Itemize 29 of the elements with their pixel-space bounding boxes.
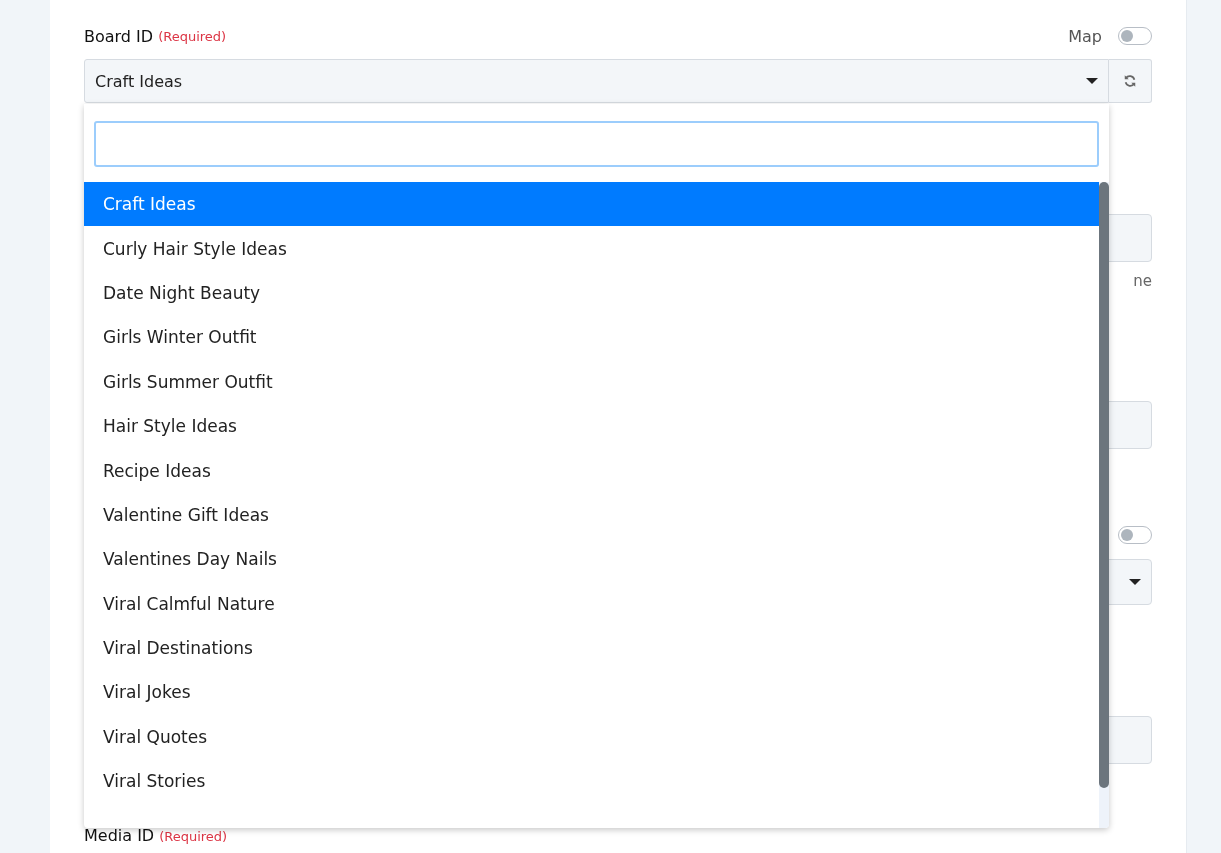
dropdown-option[interactable]: Craft Ideas [84, 182, 1099, 227]
field-label: Media ID [84, 826, 155, 846]
field-label: Board ID [84, 26, 154, 46]
caret-icon [1129, 579, 1141, 585]
help-text: ne [1133, 272, 1152, 290]
dropdown-option[interactable]: Viral Destinations [84, 625, 1099, 671]
map-toggle[interactable] [1118, 27, 1152, 45]
dropdown-option[interactable]: Viral Stories [84, 759, 1099, 804]
dropdown-option[interactable]: Curly Hair Style Ideas [84, 226, 1099, 271]
dropdown-option[interactable]: Viral Calmful Nature [84, 581, 1099, 626]
search-field[interactable] [94, 121, 1099, 167]
required-note: (Required) [159, 828, 228, 846]
scrollbar[interactable] [1099, 182, 1109, 788]
dropdown-option[interactable]: Valentine Gift Ideas [84, 492, 1099, 538]
dropdown-option[interactable]: Girls Winter Outfit [84, 315, 1099, 360]
required-note: (Required) [158, 28, 227, 44]
caret-icon [1086, 78, 1098, 84]
dropdown-option[interactable]: Girls Summer Outfit [84, 359, 1099, 404]
dropdown-option[interactable]: Date Night Beauty [84, 270, 1099, 316]
map-label: Map [1068, 26, 1102, 46]
toggle-switch[interactable] [1118, 526, 1152, 544]
dropdown-option[interactable]: Recipe Ideas [84, 448, 1099, 493]
refresh-icon [1123, 74, 1137, 88]
refresh-button[interactable] [1109, 59, 1152, 103]
dropdown-option[interactable]: Hair Style Ideas [84, 403, 1099, 449]
dropdown-option[interactable]: Valentines Day Nails [84, 537, 1099, 582]
dropdown-option[interactable]: Viral Quotes [84, 714, 1099, 760]
board-select[interactable]: Craft Ideas [84, 59, 1109, 103]
dropdown-option[interactable]: Viral Jokes [84, 670, 1099, 715]
